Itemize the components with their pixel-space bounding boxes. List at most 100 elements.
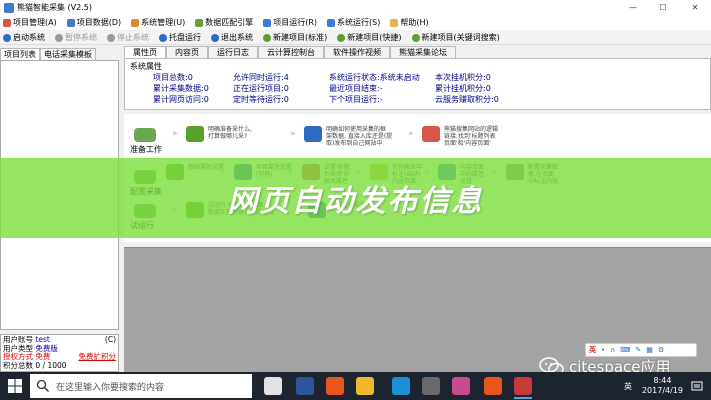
ime-tool-icon[interactable]: ⌨ (620, 346, 630, 354)
taskbar-search[interactable]: 在这里输入你要搜索的内容 (30, 374, 252, 398)
menu-item[interactable]: 项目数据(D) (66, 17, 122, 28)
menu-item[interactable]: 项目运行(R) (263, 17, 317, 28)
toolbar-label: 暂停系统 (65, 33, 97, 42)
tab-project-list[interactable]: 项目列表 (0, 48, 40, 60)
toolbar-icon (55, 33, 63, 42)
workflow-arrow-icon: » (172, 129, 178, 139)
windows-start-icon[interactable] (8, 379, 22, 393)
workflow-badge-icon (134, 128, 156, 142)
menu-item[interactable]: 帮助(H) (390, 17, 429, 28)
tray-lang[interactable]: 英 (624, 381, 632, 392)
props-title: 系统属性 (130, 62, 162, 71)
ime-mode-label[interactable]: 英 (589, 345, 596, 355)
toolbar-label: 新建项目(快捷) (347, 33, 402, 42)
main-tab[interactable]: 软件操作视频 (324, 46, 390, 58)
title-bar: 熊猫智能采集 (V2.5) — ☐ ✕ (0, 0, 711, 15)
toolbar-button[interactable]: 暂停系统 (55, 32, 97, 43)
property-value: 累计采集数据:0 (153, 84, 209, 93)
main-tab[interactable]: 云计算控制台 (258, 46, 324, 58)
user-info-panel: 用户账号 test (C) 用户类型 免费版 授权方式 免费 免费扩积分 积分总… (0, 334, 119, 372)
taskbar-app-icon[interactable] (264, 377, 282, 395)
taskbar-app-icon[interactable] (452, 377, 470, 395)
property-value: 允许同时运行:4 (233, 73, 289, 82)
ime-toolbar[interactable]: 英 • ∩ ⌨ ✎ ▦ ⚙ (585, 343, 697, 357)
property-value: 定时等待运行:0 (233, 95, 289, 104)
workflow-step-icon (422, 126, 440, 142)
toolbar-icon (211, 33, 219, 42)
property-value: 下个项目运行:- (329, 95, 383, 104)
menu-icon (390, 18, 399, 27)
menu-icon (66, 18, 75, 27)
ime-tool-icon[interactable]: ▦ (646, 346, 653, 354)
toolbar-label: 启动系统 (13, 33, 45, 42)
tab-phone-template[interactable]: 电话采集模板 (40, 48, 96, 60)
taskbar-app-icon[interactable] (296, 377, 314, 395)
property-value: 云服务赚取积分:0 (435, 95, 499, 104)
toolbar-button[interactable]: 新建项目(关键词搜索) (411, 32, 500, 43)
menu-label: 项目数据(D) (76, 18, 122, 27)
toolbar-button[interactable]: 停止系统 (107, 32, 149, 43)
menu-label: 项目运行(R) (273, 18, 318, 27)
menu-item[interactable]: 系统运行(S) (327, 17, 380, 28)
workflow-arrow-icon: » (408, 129, 414, 139)
taskbar-app-icon[interactable] (422, 377, 440, 395)
app-icon (4, 2, 14, 13)
ime-tool-icon[interactable]: ✎ (635, 346, 641, 354)
menu-item[interactable]: 数据匹配引擎 (195, 17, 253, 28)
notification-icon[interactable] (691, 380, 703, 392)
toolbar-label: 退出系统 (221, 33, 253, 42)
menu-item[interactable]: 系统管理(U) (131, 17, 185, 28)
points-value: 0 / 1000 (35, 360, 67, 370)
search-icon (36, 379, 49, 392)
toolbar-icon (159, 33, 167, 42)
window-title: 熊猫智能采集 (V2.5) (17, 3, 92, 12)
property-value: 累计挂机积分:0 (435, 84, 491, 93)
toolbar-button[interactable]: 新建项目(快捷) (337, 32, 402, 43)
workflow-step-text: 明确准备采什么, 打算做哪儿采? (208, 126, 252, 140)
account-extra: (C) (104, 335, 116, 344)
toolbar-button[interactable]: 新建项目(标准) (263, 32, 327, 43)
taskbar-app-icon[interactable] (392, 377, 410, 395)
workflow-step-text: 明确如何使用采集的框 架数据, 直接入库还是(提 取)发布到自己网站中 (326, 126, 393, 147)
toolbar: 启动系统 暂停系统 停止系统 托盘运行 退出系统 新建项目(标准) 新建项目(快捷) 新建项目… (0, 31, 711, 45)
property-value: 最近项目结束:- (329, 84, 383, 93)
toolbar-button[interactable]: 退出系统 (211, 32, 253, 43)
taskbar: 在这里输入你要搜索的内容 英 8:44 2017/4/19 (0, 372, 711, 400)
close-button[interactable]: ✕ (680, 0, 710, 15)
toolbar-button[interactable]: 启动系统 (3, 32, 45, 43)
workflow-row-label: 准备工作 (130, 145, 162, 154)
toolbar-label: 新建项目(标准) (273, 33, 328, 42)
property-value: 项目总数:0 (153, 73, 193, 82)
main-tab[interactable]: 运行日志 (208, 46, 258, 58)
taskbar-app-icon[interactable] (514, 377, 532, 399)
taskbar-app-icon[interactable] (484, 377, 502, 395)
taskbar-app-icon[interactable] (356, 377, 374, 395)
main-tab[interactable]: 属性页 (124, 46, 166, 58)
ime-tool-icon[interactable]: • (601, 346, 605, 354)
workflow-step-icon (186, 126, 204, 142)
upgrade-link[interactable]: 免费扩积分 (79, 352, 117, 362)
toolbar-label: 停止系统 (117, 33, 149, 42)
workflow-arrow-icon: » (290, 129, 296, 139)
main-tabs: 属性页 内容页 运行日志 云计算控制台 软件操作视频 熊猫采集论坛 (124, 46, 711, 58)
menu-icon (3, 18, 11, 27)
menu-icon (263, 18, 272, 27)
taskbar-app-icon[interactable] (326, 377, 344, 395)
minimize-button[interactable]: — (618, 0, 648, 15)
system-properties-panel: 系统属性 项目总数:0 允许同时运行:4 系统运行状态:系统未启动 本次挂机积分:0 累… (124, 58, 711, 110)
workflow-step-text: 熊猫搜集网站的逻辑 链接,找到'标题列表 页面'和'内容页面' (444, 126, 499, 147)
maximize-button[interactable]: ☐ (648, 0, 678, 15)
toolbar-button[interactable]: 托盘运行 (159, 32, 201, 43)
left-tabs: 项目列表 电话采集模板 (0, 48, 119, 60)
menu-item[interactable]: 项目管理(A) (3, 17, 57, 28)
property-value: 系统运行状态:系统未启动 (329, 73, 420, 82)
menu-label: 数据匹配引擎 (205, 18, 254, 27)
toolbar-label: 新建项目(关键词搜索) (421, 33, 500, 42)
menu-label: 帮助(H) (400, 18, 429, 27)
ime-tool-icon[interactable]: ⚙ (658, 346, 664, 354)
toolbar-icon (107, 33, 115, 42)
main-tab[interactable]: 内容页 (166, 46, 208, 58)
ime-tool-icon[interactable]: ∩ (610, 346, 615, 354)
main-tab[interactable]: 熊猫采集论坛 (390, 46, 456, 58)
clock[interactable]: 8:44 2017/4/19 (642, 376, 683, 396)
